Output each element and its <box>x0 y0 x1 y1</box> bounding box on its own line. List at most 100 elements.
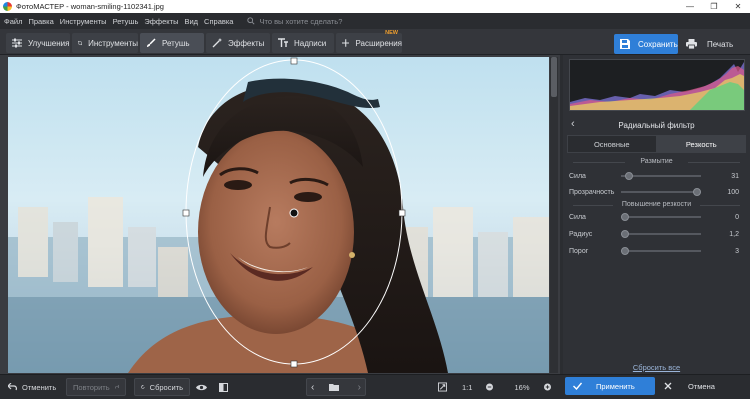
actual-size-label: 1:1 <box>462 382 473 392</box>
tab-sharpness[interactable]: Резкость <box>656 135 746 153</box>
tab-extensions[interactable]: Расширения NEW <box>336 30 402 53</box>
blur-strength-slider[interactable]: Сила 31 <box>569 170 745 182</box>
tab-basic[interactable]: Основные <box>567 135 657 153</box>
fit-screen-icon <box>438 382 447 392</box>
reset-button[interactable]: Сбросить <box>134 378 190 396</box>
cancel-label: Отмена <box>688 381 715 391</box>
slider-knob[interactable] <box>621 247 629 255</box>
menu-effects[interactable]: Эффекты <box>144 17 178 26</box>
section-divider <box>573 205 613 206</box>
histogram <box>569 59 745 111</box>
slider-track[interactable] <box>621 172 701 180</box>
menu-edit[interactable]: Правка <box>28 17 53 26</box>
tab-effects[interactable]: Эффекты <box>206 33 270 53</box>
tab-tools[interactable]: Инструменты <box>72 33 138 53</box>
section-divider <box>573 162 625 163</box>
section-sharpen-label: Повышение резкости <box>621 201 692 208</box>
undo-label: Отменить <box>22 382 57 392</box>
slider-track[interactable] <box>621 188 701 196</box>
tab-enhancements-label: Улучшения <box>28 38 70 48</box>
print-button[interactable]: Печать <box>682 34 744 54</box>
apply-button[interactable]: Применить <box>565 377 655 395</box>
zoom-in-button[interactable] <box>544 378 556 396</box>
tab-text[interactable]: Надписи <box>272 33 334 53</box>
close-window-button[interactable]: ✕ <box>726 0 750 13</box>
brush-icon <box>147 38 156 47</box>
zoom-value: 16% <box>514 382 530 392</box>
slider-knob[interactable] <box>621 230 629 238</box>
print-button-label: Печать <box>707 39 734 49</box>
printer-icon <box>686 39 697 49</box>
reset-label: Сбросить <box>149 382 183 392</box>
title-bar: ФотоМАСТЕР - woman-smiling-1102341.jpg —… <box>0 0 750 13</box>
slider-value: 1,2 <box>729 230 739 238</box>
menu-tools[interactable]: Инструменты <box>60 17 107 26</box>
tab-extensions-label: Расширения <box>355 38 402 48</box>
tab-retouch-label: Ретушь <box>162 38 190 48</box>
slider-label: Прозрачность <box>569 188 615 196</box>
minimize-button[interactable]: — <box>678 0 702 13</box>
next-chevron-icon[interactable]: › <box>358 382 361 393</box>
maximize-button[interactable]: ❐ <box>702 0 726 13</box>
sharpen-radius-slider[interactable]: Радиус 1,2 <box>569 228 745 240</box>
command-search[interactable]: Что вы хотите сделать? <box>247 17 342 26</box>
preview-toggle[interactable] <box>196 378 212 396</box>
slider-label: Сила <box>569 213 586 221</box>
cancel-button[interactable]: Отмена <box>662 377 746 395</box>
section-blur-heading: Размытие <box>563 158 750 165</box>
section-divider <box>688 162 740 163</box>
plus-icon <box>342 39 350 47</box>
eye-icon <box>196 384 207 390</box>
redo-button[interactable]: Повторить <box>66 378 126 396</box>
tab-retouch[interactable]: Ретушь <box>140 33 204 53</box>
fit-to-screen-button[interactable] <box>438 378 452 396</box>
menu-file[interactable]: Файл <box>4 17 22 26</box>
scrollbar-thumb[interactable] <box>551 57 557 97</box>
file-navigator: ‹ › <box>306 378 366 396</box>
photo-image <box>8 57 549 373</box>
tab-enhancements[interactable]: Улучшения <box>6 33 70 53</box>
checkmark-icon <box>573 382 582 390</box>
sharpen-threshold-slider[interactable]: Порог 3 <box>569 245 745 257</box>
slider-value: 0 <box>735 213 739 221</box>
slider-label: Радиус <box>569 230 593 238</box>
save-button[interactable]: Сохранить <box>614 34 678 54</box>
actual-size-button[interactable]: 1:1 <box>462 378 472 396</box>
vertical-scrollbar[interactable] <box>550 57 558 373</box>
search-icon <box>247 17 256 25</box>
compare-toggle[interactable] <box>218 378 234 396</box>
slider-knob[interactable] <box>621 213 629 221</box>
slider-knob[interactable] <box>624 172 633 180</box>
apply-label: Применить <box>596 381 635 391</box>
reset-all-link[interactable]: Сбросить все <box>563 363 750 372</box>
slider-track[interactable] <box>621 247 701 255</box>
close-icon <box>664 382 672 390</box>
histogram-graph <box>570 62 744 110</box>
window-title: ФотоМАСТЕР - woman-smiling-1102341.jpg <box>16 2 164 11</box>
menu-bar: Файл Правка Инструменты Ретушь Эффекты В… <box>0 13 750 29</box>
blur-opacity-slider[interactable]: Прозрачность 100 <box>569 186 745 198</box>
slider-track[interactable] <box>621 213 701 221</box>
photo-preview[interactable] <box>8 57 549 373</box>
magic-wand-icon <box>212 38 222 48</box>
slider-track[interactable] <box>621 230 701 238</box>
image-canvas[interactable] <box>0 55 560 374</box>
section-sharpen-heading: Повышение резкости <box>563 201 750 208</box>
zoom-out-button[interactable] <box>486 378 498 396</box>
folder-icon[interactable] <box>328 383 339 391</box>
tool-panel: ‹ Радиальный фильтр Основные Резкость Ра… <box>563 55 750 374</box>
menu-view[interactable]: Вид <box>184 17 198 26</box>
sharpen-strength-slider[interactable]: Сила 0 <box>569 211 745 223</box>
back-chevron-icon[interactable]: ‹ <box>571 118 575 130</box>
reset-icon <box>141 384 145 389</box>
menu-help[interactable]: Справка <box>204 17 233 26</box>
menu-retouch[interactable]: Ретушь <box>113 17 139 26</box>
panel-tabs: Основные Резкость <box>567 135 746 153</box>
section-blur-label: Размытие <box>640 158 673 165</box>
slider-knob[interactable] <box>693 188 701 196</box>
prev-chevron-icon[interactable]: ‹ <box>311 382 314 393</box>
tab-text-label: Надписи <box>294 38 327 48</box>
undo-button[interactable]: Отменить <box>8 378 56 396</box>
compare-icon <box>219 382 228 392</box>
zoom-level[interactable]: 16% <box>508 378 536 396</box>
